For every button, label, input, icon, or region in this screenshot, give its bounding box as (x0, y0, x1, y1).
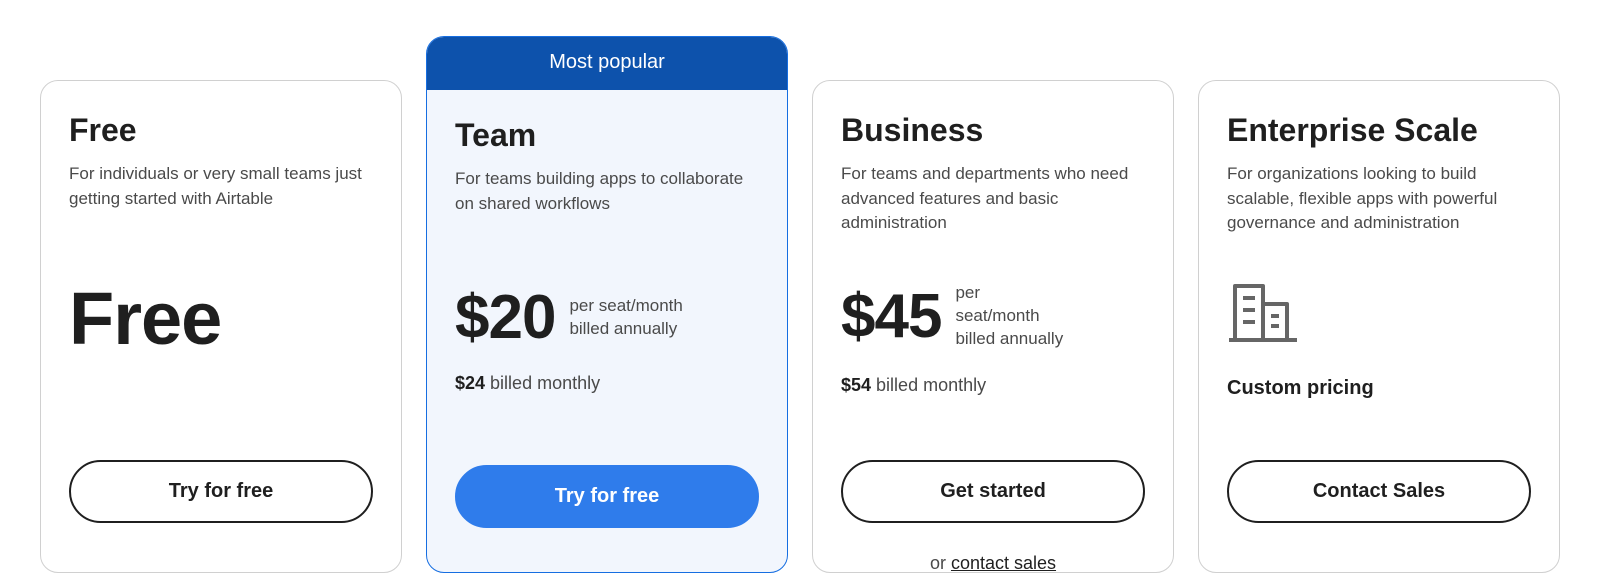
plan-card-free: Free For individuals or very small teams… (40, 80, 402, 573)
alt-price-text: billed monthly (871, 375, 986, 395)
price-block: $20 per seat/month billed annually $24 b… (455, 287, 759, 427)
price-unit: per seat/month billed annually (955, 282, 1063, 351)
plan-card-team: Most popular Team For teams building app… (426, 36, 788, 573)
plan-description: For teams building apps to collaborate o… (455, 167, 759, 247)
alt-price-amount: $54 (841, 375, 871, 395)
price-amount: $45 (841, 286, 941, 348)
plan-name: Free (69, 113, 373, 148)
plan-name: Enterprise Scale (1227, 113, 1531, 148)
try-for-free-button[interactable]: Try for free (69, 460, 373, 523)
most-popular-banner: Most popular (427, 37, 787, 90)
pricing-row: Free For individuals or very small teams… (0, 0, 1600, 573)
price-block: Custom pricing (1227, 282, 1531, 422)
plan-description: For teams and departments who need advan… (841, 162, 1145, 242)
price-block: $45 per seat/month billed annually $54 b… (841, 282, 1145, 422)
contact-sales-link[interactable]: contact sales (951, 553, 1056, 573)
plan-card-business: Business For teams and departments who n… (812, 80, 1174, 573)
plan-name: Team (455, 118, 759, 153)
price-unit-line: per (955, 282, 1063, 305)
price-unit-line: seat/month (955, 305, 1063, 328)
price-free-label: Free (69, 282, 373, 356)
plan-name: Business (841, 113, 1145, 148)
try-for-free-button[interactable]: Try for free (455, 465, 759, 528)
price-amount: $20 (455, 287, 555, 349)
alt-price-amount: $24 (455, 373, 485, 393)
contact-sales-button[interactable]: Contact Sales (1227, 460, 1531, 523)
price-unit-line: per seat/month (569, 295, 682, 318)
price-block: Free (69, 282, 373, 422)
custom-pricing-label: Custom pricing (1227, 377, 1531, 400)
plan-description: For organizations looking to build scala… (1227, 162, 1531, 242)
sublink-prefix: or (930, 553, 951, 573)
price-unit: per seat/month billed annually (569, 295, 682, 341)
price-unit-line: billed annually (955, 328, 1063, 351)
buildings-icon (1227, 282, 1299, 344)
alt-price: $54 billed monthly (841, 375, 1145, 396)
contact-sales-sublink-row: or contact sales (841, 553, 1145, 573)
get-started-button[interactable]: Get started (841, 460, 1145, 523)
price-unit-line: billed annually (569, 318, 682, 341)
plan-card-enterprise: Enterprise Scale For organizations looki… (1198, 80, 1560, 573)
alt-price: $24 billed monthly (455, 373, 759, 394)
plan-description: For individuals or very small teams just… (69, 162, 373, 242)
alt-price-text: billed monthly (485, 373, 600, 393)
